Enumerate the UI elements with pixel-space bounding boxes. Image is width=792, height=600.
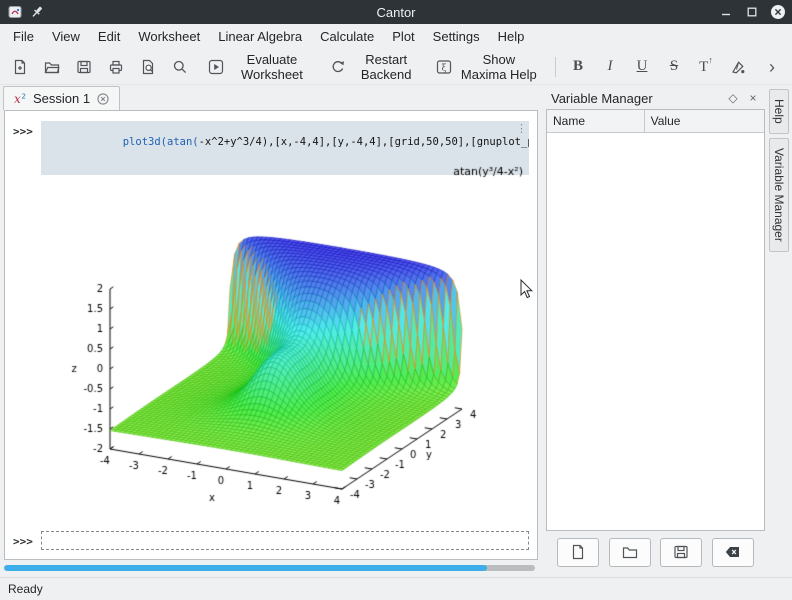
strikethrough-icon: S bbox=[670, 58, 678, 75]
variables-table: Name Value bbox=[546, 109, 765, 531]
search-button[interactable] bbox=[165, 52, 195, 82]
window-title: Cantor bbox=[0, 5, 792, 20]
evaluate-label: Evaluate Worksheet bbox=[230, 52, 314, 82]
progress-bar bbox=[4, 565, 535, 571]
menu-calculate[interactable]: Calculate bbox=[311, 26, 383, 47]
svg-text:2: 2 bbox=[22, 92, 26, 100]
svg-text:ξ: ξ bbox=[442, 63, 447, 73]
maxima-help-icon: ξ bbox=[436, 59, 452, 75]
pen-icon bbox=[730, 59, 746, 75]
superscript-button[interactable]: T↑ bbox=[691, 52, 721, 82]
open-worksheet-button[interactable] bbox=[37, 52, 67, 82]
close-panel-icon[interactable]: × bbox=[746, 91, 760, 105]
tab-session-1[interactable]: x2 Session 1 bbox=[3, 86, 120, 110]
save-variables-button[interactable] bbox=[660, 538, 702, 567]
bold-icon: B bbox=[573, 58, 583, 75]
text-color-button[interactable] bbox=[723, 52, 753, 82]
side-tab-variable-manager[interactable]: Variable Manager bbox=[769, 138, 789, 252]
new-entry-row: >>> bbox=[13, 531, 529, 550]
pin-icon[interactable] bbox=[28, 4, 46, 20]
menu-edit[interactable]: Edit bbox=[89, 26, 129, 47]
menu-file[interactable]: File bbox=[4, 26, 43, 47]
column-header-value[interactable]: Value bbox=[645, 110, 764, 132]
variables-table-header: Name Value bbox=[547, 110, 764, 133]
print-button[interactable] bbox=[101, 52, 131, 82]
panel-title: Variable Manager bbox=[551, 91, 720, 106]
underline-icon: U bbox=[637, 58, 648, 75]
variable-manager-titlebar: Variable Manager ◇ × bbox=[546, 87, 765, 109]
worksheet[interactable]: >>> plot3d(atan(-x^2+y^3/4),[x,-4,4],[y,… bbox=[4, 110, 538, 560]
new-worksheet-button[interactable] bbox=[5, 52, 35, 82]
backspace-icon bbox=[724, 544, 741, 560]
mouse-cursor bbox=[520, 279, 534, 299]
menu-linear-algebra[interactable]: Linear Algebra bbox=[209, 26, 311, 47]
float-panel-icon[interactable]: ◇ bbox=[726, 91, 740, 105]
show-maxima-help-button[interactable]: ξ Show Maxima Help bbox=[431, 52, 548, 82]
chevron-right-icon: › bbox=[769, 58, 775, 76]
new-entry-input[interactable] bbox=[41, 531, 529, 550]
restart-icon bbox=[330, 59, 346, 75]
main-toolbar: Evaluate Worksheet Restart Backend ξ Sho… bbox=[0, 49, 792, 85]
save-worksheet-button[interactable] bbox=[69, 52, 99, 82]
toolbar-overflow-button[interactable]: › bbox=[757, 52, 787, 82]
app-window: Cantor File View Edit Worksheet Linear A… bbox=[0, 0, 792, 600]
close-button[interactable] bbox=[770, 4, 786, 20]
load-variables-button[interactable] bbox=[609, 538, 651, 567]
menu-help[interactable]: Help bbox=[489, 26, 534, 47]
tab-close-icon[interactable] bbox=[95, 91, 111, 107]
side-tab-help[interactable]: Help bbox=[769, 89, 789, 134]
minimize-button[interactable] bbox=[718, 4, 734, 20]
session-icon: x2 bbox=[12, 91, 28, 107]
statusbar: Ready bbox=[0, 577, 792, 600]
bold-button[interactable]: B bbox=[563, 52, 593, 82]
maximize-button[interactable] bbox=[744, 4, 760, 20]
variable-manager-panel: Variable Manager ◇ × Name Value bbox=[546, 87, 765, 573]
strikethrough-button[interactable]: S bbox=[659, 52, 689, 82]
plot3d-surface bbox=[51, 149, 529, 515]
clear-variables-button[interactable] bbox=[712, 538, 754, 567]
progress-fill bbox=[4, 565, 487, 571]
superscript-icon: T↑ bbox=[699, 57, 713, 76]
dock-tab-strip: Help Variable Manager bbox=[766, 85, 792, 577]
menu-worksheet[interactable]: Worksheet bbox=[129, 26, 209, 47]
prompt-1: >>> bbox=[13, 121, 33, 138]
evaluate-icon bbox=[208, 59, 224, 75]
italic-button[interactable]: I bbox=[595, 52, 625, 82]
worksheet-tabbar: x2 Session 1 bbox=[0, 85, 541, 110]
menu-plot[interactable]: Plot bbox=[383, 26, 423, 47]
toolbar-separator bbox=[555, 57, 556, 77]
italic-icon: I bbox=[608, 58, 613, 75]
command-token-plot3d: plot3d( bbox=[123, 136, 167, 148]
tab-label: Session 1 bbox=[33, 91, 90, 106]
print-preview-button[interactable] bbox=[133, 52, 163, 82]
underline-button[interactable]: U bbox=[627, 52, 657, 82]
variable-manager-buttons bbox=[546, 531, 765, 573]
new-variable-button[interactable] bbox=[557, 538, 599, 567]
command-token-args: -x^2+y^3/4),[x,-4,4],[y,-4,4],[grid,50,5… bbox=[199, 136, 529, 148]
status-text: Ready bbox=[8, 582, 43, 596]
restart-label: Restart Backend bbox=[352, 52, 421, 82]
app-icon bbox=[6, 4, 24, 20]
command-token-atan: atan( bbox=[167, 136, 199, 148]
column-header-name[interactable]: Name bbox=[547, 110, 645, 132]
worksheet-pane: x2 Session 1 >>> plot3d(atan(-x^2+y^3/4)… bbox=[0, 85, 541, 577]
menu-view[interactable]: View bbox=[43, 26, 89, 47]
svg-text:x: x bbox=[14, 92, 21, 106]
titlebar: Cantor bbox=[0, 0, 792, 24]
prompt-2: >>> bbox=[13, 531, 33, 548]
main-area: x2 Session 1 >>> plot3d(atan(-x^2+y^3/4)… bbox=[0, 85, 792, 577]
evaluate-worksheet-button[interactable]: Evaluate Worksheet bbox=[203, 52, 323, 82]
entry-drag-handle[interactable]: ⋮ bbox=[516, 123, 527, 135]
maxima-help-label: Show Maxima Help bbox=[458, 52, 539, 82]
restart-backend-button[interactable]: Restart Backend bbox=[325, 52, 430, 82]
variables-table-body[interactable] bbox=[547, 133, 764, 530]
menu-settings[interactable]: Settings bbox=[424, 26, 489, 47]
menubar: File View Edit Worksheet Linear Algebra … bbox=[0, 24, 792, 49]
